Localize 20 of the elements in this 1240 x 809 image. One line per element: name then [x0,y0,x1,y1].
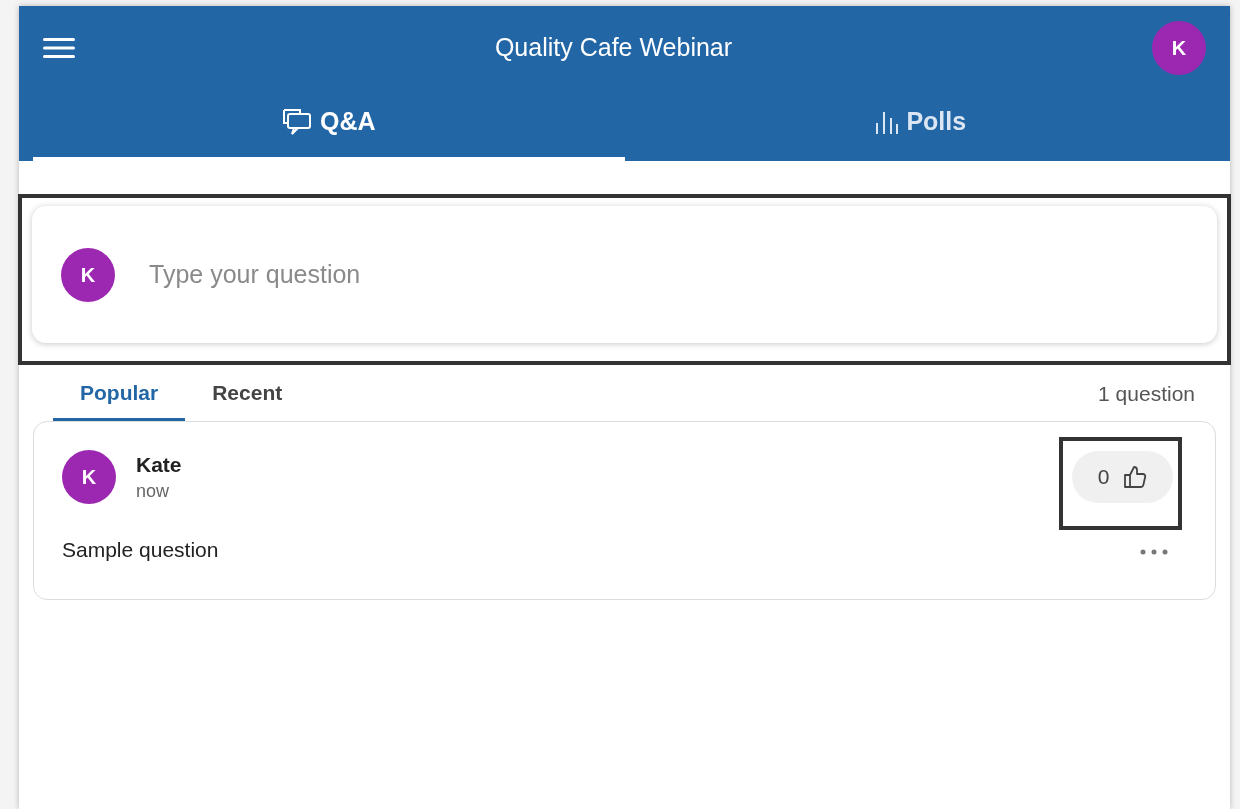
thumbs-up-icon [1123,465,1148,489]
author-avatar: K [62,450,116,504]
more-options-icon[interactable] [1140,549,1168,555]
question-count: 1 question [1098,381,1195,408]
post-time: now [136,480,171,503]
nav-tab[interactable]: Polls [624,90,1216,161]
webinar-title: Quality Cafe Webinar [494,32,733,64]
sort-tab[interactable]: Popular [53,367,186,421]
upvote-button[interactable]: 0 [1072,451,1173,503]
menu-icon[interactable] [43,37,75,59]
author-name: Kate [136,452,182,478]
user-avatar[interactable]: K [1152,21,1206,75]
nav-tab[interactable]: Q&A [33,90,625,161]
question-composer[interactable]: K Type your question [32,206,1217,343]
question-text: Sample question [62,537,219,563]
question-input[interactable]: Type your question [149,255,1188,294]
user-avatar: K [61,247,115,302]
bar-chart-icon [874,109,899,134]
chat-bubbles-icon [281,107,312,136]
sort-tab[interactable]: Recent [185,367,310,421]
